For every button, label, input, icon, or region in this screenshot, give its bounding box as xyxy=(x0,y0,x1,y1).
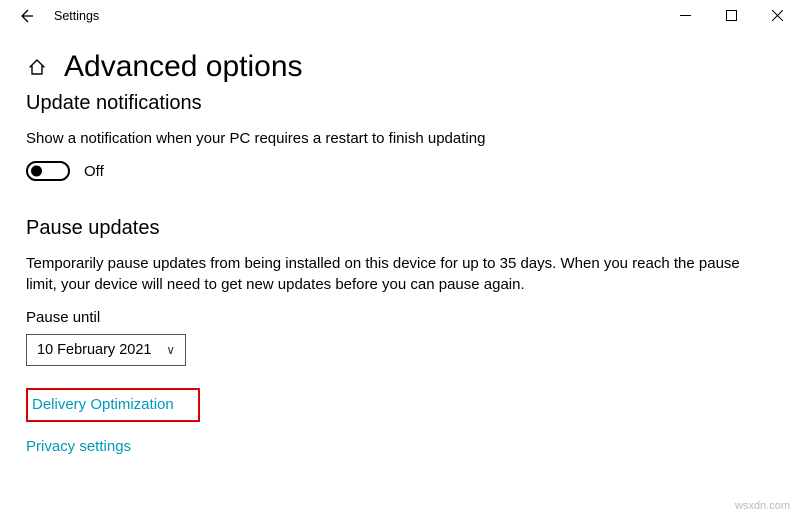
notifications-heading: Update notifications xyxy=(26,92,774,115)
notifications-toggle-label: Off xyxy=(84,163,104,180)
page-header: Advanced options xyxy=(26,50,774,84)
pause-until-value: 10 February 2021 xyxy=(37,342,151,358)
pause-heading: Pause updates xyxy=(26,217,774,240)
pause-description: Temporarily pause updates from being ins… xyxy=(26,254,766,295)
delivery-optimization-link[interactable]: Delivery Optimization xyxy=(32,396,174,413)
notifications-toggle[interactable] xyxy=(26,161,70,181)
maximize-button[interactable] xyxy=(708,0,754,30)
toggle-knob xyxy=(31,166,42,177)
content-area: Advanced options Update notifications Sh… xyxy=(0,50,800,456)
watermark: wsxdn.com xyxy=(735,500,790,512)
pause-until-dropdown[interactable]: 10 February 2021 ∨ xyxy=(26,334,186,366)
home-button[interactable] xyxy=(26,56,48,78)
notifications-toggle-row: Off xyxy=(26,161,774,181)
notifications-description: Show a notification when your PC require… xyxy=(26,129,766,149)
close-button[interactable] xyxy=(754,0,800,30)
minimize-icon xyxy=(680,10,691,21)
close-icon xyxy=(772,10,783,21)
window-title: Settings xyxy=(54,9,99,23)
privacy-settings-link[interactable]: Privacy settings xyxy=(26,438,131,455)
maximize-icon xyxy=(726,10,737,21)
chevron-down-icon: ∨ xyxy=(166,343,175,357)
window-controls xyxy=(662,0,800,30)
home-icon xyxy=(27,57,47,77)
delivery-optimization-highlight: Delivery Optimization xyxy=(26,388,200,422)
minimize-button[interactable] xyxy=(662,0,708,30)
back-arrow-icon xyxy=(18,8,34,24)
pause-until-label: Pause until xyxy=(26,309,774,326)
page-title: Advanced options xyxy=(64,50,303,84)
back-button[interactable] xyxy=(6,2,46,30)
